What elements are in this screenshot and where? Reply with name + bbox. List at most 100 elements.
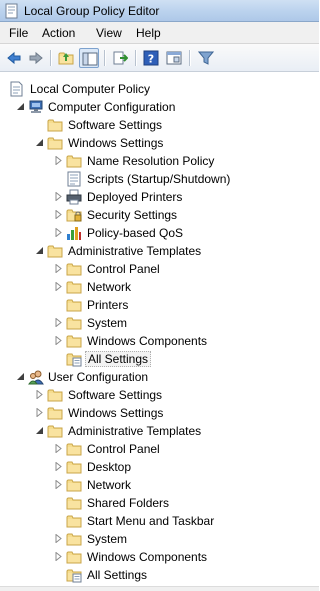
- expand-arrow-icon[interactable]: [54, 462, 63, 471]
- tree-item-label: Control Panel: [87, 442, 160, 456]
- tree-item-label: All Settings: [85, 351, 152, 367]
- window-title: Local Group Policy Editor: [24, 4, 160, 18]
- tree-item-user-windows-components[interactable]: Windows Components: [0, 548, 319, 566]
- script-icon: [66, 171, 82, 187]
- tree-item-scripts[interactable]: Scripts (Startup/Shutdown): [0, 170, 319, 188]
- folder-icon: [66, 441, 82, 457]
- toolbar-separator: [135, 50, 137, 66]
- tree-item-user-network[interactable]: Network: [0, 476, 319, 494]
- bar-chart-icon: [66, 225, 82, 241]
- expand-arrow-icon[interactable]: [54, 210, 63, 219]
- status-bar: [0, 586, 319, 591]
- folder-icon: [47, 423, 63, 439]
- folder-icon: [66, 549, 82, 565]
- tree-item-user-control-panel[interactable]: Control Panel: [0, 440, 319, 458]
- menu-file[interactable]: File: [9, 26, 28, 40]
- tree-item-user-system[interactable]: System: [0, 530, 319, 548]
- tree-item-control-panel[interactable]: Control Panel: [0, 260, 319, 278]
- toolbar-separator: [189, 50, 191, 66]
- tree-item-windows-settings[interactable]: Windows Settings: [0, 134, 319, 152]
- tree-item-security-settings[interactable]: Security Settings: [0, 206, 319, 224]
- menu-bar: File Action View Help: [0, 22, 319, 44]
- tree-item-label: Software Settings: [68, 388, 163, 402]
- back-arrow-icon[interactable]: [4, 48, 24, 68]
- tree-item-label: Start Menu and Taskbar: [87, 514, 215, 528]
- tree-item-all-settings-selected[interactable]: All Settings: [0, 350, 319, 368]
- collapse-arrow-icon[interactable]: [35, 246, 44, 255]
- tree-item-label: Shared Folders: [87, 496, 170, 510]
- menu-action[interactable]: Action: [42, 26, 75, 40]
- expand-arrow-icon[interactable]: [54, 480, 63, 489]
- tree-item-label: Network: [87, 478, 132, 492]
- folder-icon: [66, 261, 82, 277]
- tree-item-user-desktop[interactable]: Desktop: [0, 458, 319, 476]
- tree-item-user-configuration[interactable]: User Configuration: [0, 368, 319, 386]
- tree-item-label: Network: [87, 280, 132, 294]
- tree-item-user-all-settings[interactable]: All Settings: [0, 566, 319, 584]
- toolbar-separator: [50, 50, 52, 66]
- tree-item-computer-configuration[interactable]: Computer Configuration: [0, 98, 319, 116]
- properties-icon[interactable]: [164, 48, 184, 68]
- tree-item-label: Windows Components: [87, 550, 208, 564]
- folder-icon: [66, 153, 82, 169]
- expand-arrow-icon[interactable]: [54, 156, 63, 165]
- tree-item-user-windows-settings[interactable]: Windows Settings: [0, 404, 319, 422]
- expand-arrow-icon[interactable]: [54, 228, 63, 237]
- tree-item-label: Deployed Printers: [87, 190, 183, 204]
- collapse-arrow-icon[interactable]: [16, 102, 25, 111]
- tree-item-label: System: [87, 532, 128, 546]
- expand-arrow-icon[interactable]: [54, 444, 63, 453]
- folder-icon: [66, 279, 82, 295]
- tree-item-local-computer-policy[interactable]: Local Computer Policy: [0, 80, 319, 98]
- computer-icon: [28, 99, 44, 115]
- tree-item-deployed-printers[interactable]: Deployed Printers: [0, 188, 319, 206]
- users-icon: [28, 369, 44, 385]
- tree-item-label: Desktop: [87, 460, 132, 474]
- expand-arrow-icon[interactable]: [54, 318, 63, 327]
- folder-icon: [66, 513, 82, 529]
- folder-icon: [47, 243, 63, 259]
- collapse-arrow-icon[interactable]: [35, 138, 44, 147]
- tree-item-name-resolution-policy[interactable]: Name Resolution Policy: [0, 152, 319, 170]
- folder-icon: [66, 477, 82, 493]
- tree-item-user-software-settings[interactable]: Software Settings: [0, 386, 319, 404]
- show-hide-tree-icon[interactable]: [79, 48, 99, 68]
- tree-item-label: Local Computer Policy: [30, 82, 151, 96]
- tree-item-administrative-templates[interactable]: Administrative Templates: [0, 242, 319, 260]
- expand-arrow-icon[interactable]: [54, 552, 63, 561]
- expand-arrow-icon[interactable]: [35, 390, 44, 399]
- expand-arrow-icon[interactable]: [35, 408, 44, 417]
- help-icon[interactable]: ?: [141, 48, 161, 68]
- folder-icon: [47, 405, 63, 421]
- collapse-arrow-icon[interactable]: [35, 426, 44, 435]
- expand-arrow-icon[interactable]: [54, 282, 63, 291]
- up-folder-icon[interactable]: [56, 48, 76, 68]
- folder-icon: [66, 333, 82, 349]
- tree-item-windows-components[interactable]: Windows Components: [0, 332, 319, 350]
- tree-item-user-start-menu[interactable]: Start Menu and Taskbar: [0, 512, 319, 530]
- tree-item-label: Windows Components: [87, 334, 208, 348]
- expand-arrow-icon[interactable]: [54, 264, 63, 273]
- tree-item-network[interactable]: Network: [0, 278, 319, 296]
- expand-arrow-icon[interactable]: [54, 336, 63, 345]
- export-list-icon[interactable]: [110, 48, 130, 68]
- tree-item-system[interactable]: System: [0, 314, 319, 332]
- folder-icon: [66, 495, 82, 511]
- tree-item-user-administrative-templates[interactable]: Administrative Templates: [0, 422, 319, 440]
- tree-item-label: Security Settings: [87, 208, 178, 222]
- tree-item-label: Windows Settings: [68, 136, 164, 150]
- tree-item-printers[interactable]: Printers: [0, 296, 319, 314]
- folder-icon: [47, 387, 63, 403]
- menu-help[interactable]: Help: [136, 26, 161, 40]
- folder-icon: [66, 531, 82, 547]
- forward-arrow-icon[interactable]: [26, 48, 46, 68]
- expand-arrow-icon[interactable]: [54, 192, 63, 201]
- menu-view[interactable]: View: [96, 26, 122, 40]
- folder-icon: [66, 459, 82, 475]
- tree-item-user-shared-folders[interactable]: Shared Folders: [0, 494, 319, 512]
- collapse-arrow-icon[interactable]: [16, 372, 25, 381]
- expand-arrow-icon[interactable]: [54, 534, 63, 543]
- filter-icon[interactable]: [196, 48, 216, 68]
- tree-item-software-settings[interactable]: Software Settings: [0, 116, 319, 134]
- tree-item-policy-based-qos[interactable]: Policy-based QoS: [0, 224, 319, 242]
